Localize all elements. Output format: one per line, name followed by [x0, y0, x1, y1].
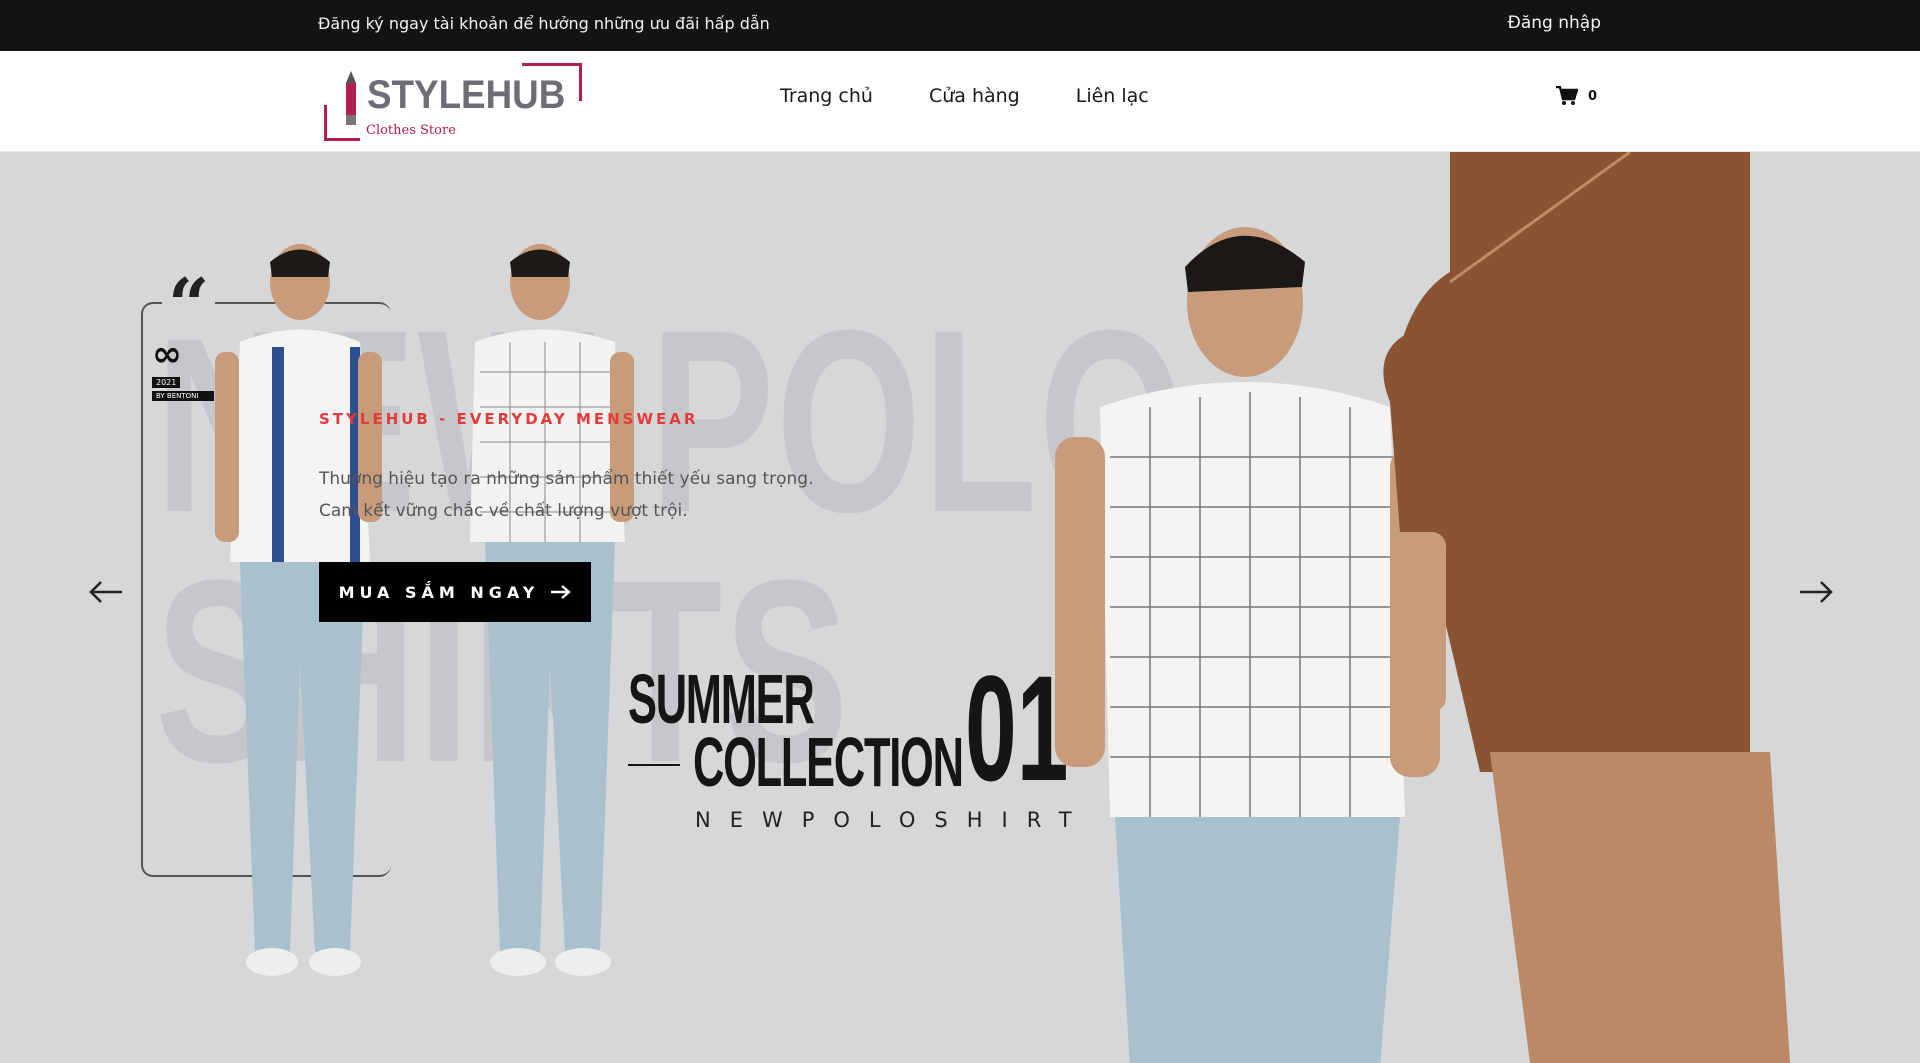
cart-count: 0 — [1588, 88, 1598, 104]
shop-now-label: MUA SẮM NGAY — [338, 582, 540, 602]
hero-eyebrow: STYLEHUB - EVERYDAY MENSWEAR — [319, 410, 699, 428]
collection-heading: COLLECTION — [693, 723, 964, 801]
logo-brand: STYLEHUB — [367, 73, 566, 117]
cart-button[interactable]: 0 — [1556, 86, 1597, 106]
summer-heading: SUMMER — [628, 660, 815, 738]
main-nav: Trang chủ Cửa hàng Liên lạc — [780, 85, 1149, 107]
hero-slider: NEW POLO SHIRTS “ ∞ 2021 BY BENTONI — [0, 152, 1920, 1063]
collection-number: 01 — [965, 644, 1069, 812]
collection-dash — [628, 764, 680, 766]
model-image-brown — [1383, 152, 1790, 1063]
logo[interactable]: STYLEHUB Clothes Store — [322, 61, 584, 143]
arrow-left-icon[interactable] — [86, 572, 126, 612]
cart-icon — [1556, 86, 1578, 105]
nav-item-shop[interactable]: Cửa hàng — [929, 85, 1020, 107]
badge-year: 2021 — [152, 377, 181, 388]
arrow-right-icon[interactable] — [1796, 572, 1836, 612]
nav-item-contact[interactable]: Liên lạc — [1076, 85, 1149, 107]
promo-text: Đăng ký ngay tài khoản để hưởng những ưu… — [318, 14, 770, 33]
site-header: STYLEHUB Clothes Store Trang chủ Cửa hàn… — [0, 51, 1920, 152]
shop-now-button[interactable]: MUA SẮM NGAY — [319, 562, 591, 622]
top-announcement-bar: Đăng ký ngay tài khoản để hưởng những ưu… — [0, 0, 1920, 51]
nav-item-home[interactable]: Trang chủ — [780, 85, 873, 107]
pencil-icon — [346, 71, 356, 125]
login-link[interactable]: Đăng nhập — [1508, 13, 1601, 33]
hero-description: Thương hiệu tạo ra những sản phẩm thiết … — [319, 469, 814, 521]
collection-subtitle: NEWPOLOSHIRT — [695, 808, 1091, 832]
arrow-right-icon — [551, 585, 572, 599]
logo-tagline: Clothes Store — [366, 123, 456, 138]
